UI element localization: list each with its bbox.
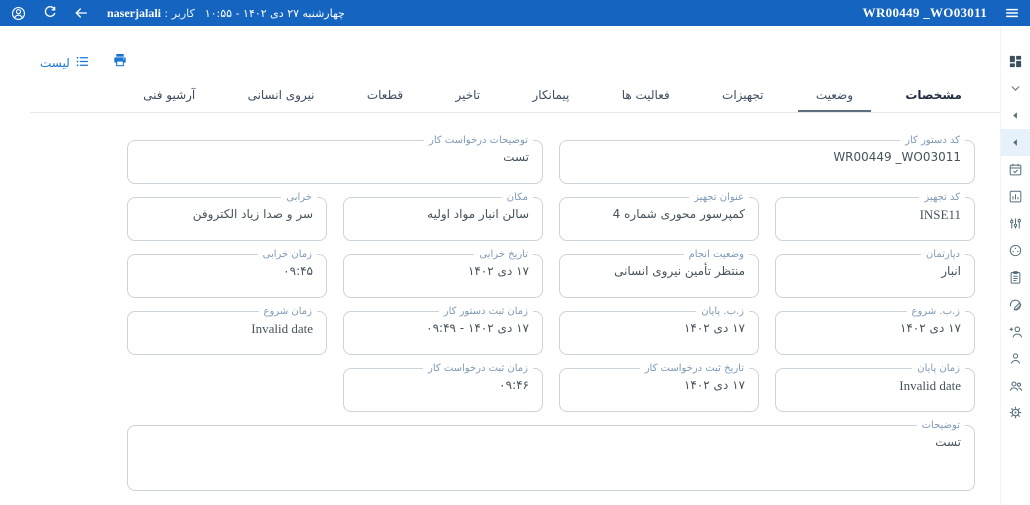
user-name: naserjalali (107, 5, 161, 20)
tab-manpower[interactable]: نیروی انسانی (230, 80, 333, 112)
tab-delay[interactable]: تاخیر (437, 80, 498, 112)
tab-technical-archive[interactable]: آرشیو فنی (125, 80, 213, 112)
dashboard-icon[interactable] (1001, 48, 1030, 75)
field-failure[interactable]: خرابی سر و صدا زیاد الکتروفن (127, 191, 327, 241)
chevron-down-icon[interactable] (1001, 75, 1030, 102)
list-label: لیست (40, 56, 70, 70)
bar-chart-icon[interactable] (1001, 183, 1030, 210)
field-label: کد دستور کار (900, 134, 965, 147)
printer-icon (112, 52, 128, 72)
field-end-time[interactable]: زمان پایان Invalid date (775, 362, 975, 412)
field-equipment-title[interactable]: عنوان تجهیز کمپرسور محوری شماره 4 (559, 191, 759, 241)
field-label: خرابی (281, 191, 317, 204)
gauge-icon[interactable] (1001, 237, 1030, 264)
calendar-check-icon[interactable] (1001, 156, 1030, 183)
field-label: تاریخ خرابی (474, 248, 533, 261)
field-department[interactable]: دپارتمان انبار (775, 248, 975, 298)
field-label: ز.ب. شروع (906, 305, 965, 318)
field-label: زمان ثبت دستور کار (438, 305, 533, 318)
field-notes[interactable]: توضیحات تست (127, 419, 975, 491)
work-order-code-title: WR00449 _WO03011 (862, 5, 987, 20)
field-equipment-code[interactable]: کد تجهیز INSE11 (775, 191, 975, 241)
field-request-register-date[interactable]: تاریخ ثبت درخواست کار ۱۷ دی ۱۴۰۲ (559, 362, 759, 412)
tab-activities[interactable]: فعالیت ها (604, 80, 688, 112)
collapse-left-icon[interactable] (1001, 102, 1030, 129)
field-label: وضعیت انجام (683, 248, 749, 261)
tab-specifications[interactable]: مشخصات (887, 80, 980, 112)
field-label: دپارتمان (920, 248, 965, 261)
toolbar: لیست (30, 26, 1030, 80)
field-request-register-time[interactable]: زمان ثبت درخواست کار ۰۹:۴۶ (343, 362, 543, 412)
refresh-icon[interactable] (41, 5, 58, 22)
person-add-icon[interactable] (1001, 318, 1030, 345)
field-label: زمان شروع (258, 305, 317, 318)
tab-contractor[interactable]: پیمانکار (514, 80, 587, 112)
content: لیست مشخصات وضعیت تجهیزات فعالیت ها پیما… (30, 26, 1030, 491)
people-icon[interactable] (1001, 372, 1030, 399)
topbar-datetime: چهارشنبه ۲۷ دی ۱۴۰۲ - ۱۰:۵۵ (204, 6, 345, 20)
field-work-order-code[interactable]: کد دستور کار WR00449 _WO03011 (559, 134, 975, 184)
field-value: تست (935, 435, 961, 449)
field-label: توضیحات (916, 419, 965, 432)
work-order-form: کد دستور کار WR00449 _WO03011 توضیحات در… (30, 113, 1030, 491)
field-request-description[interactable]: توضیحات درخواست کار تست (127, 134, 543, 184)
hamburger-menu-icon[interactable] (1003, 5, 1020, 22)
edit-icon[interactable] (1001, 291, 1030, 318)
right-icon-rail (1000, 26, 1030, 505)
tab-status[interactable]: وضعیت (797, 80, 872, 112)
field-label: زمان پایان (912, 362, 965, 375)
field-scheduled-start[interactable]: ز.ب. شروع ۱۷ دی ۱۴۰۲ (775, 305, 975, 355)
current-user: کاربر : naserjalali (107, 5, 195, 20)
account-icon[interactable] (10, 5, 27, 22)
field-label: زمان خرابی (257, 248, 317, 261)
field-start-time[interactable]: زمان شروع Invalid date (127, 305, 327, 355)
field-failure-time[interactable]: زمان خرابی ۰۹:۴۵ (127, 248, 327, 298)
person-icon[interactable] (1001, 345, 1030, 372)
tab-parts[interactable]: قطعات (349, 80, 421, 112)
print-button[interactable] (112, 52, 128, 72)
field-label: توضیحات درخواست کار (424, 134, 533, 147)
empty-grid-cell (127, 368, 327, 412)
field-scheduled-end[interactable]: ز.ب. پایان ۱۷ دی ۱۴۰۲ (559, 305, 759, 355)
list-button[interactable]: لیست (40, 54, 90, 72)
field-work-order-register-time[interactable]: زمان ثبت دستور کار ۱۷ دی ۱۴۰۲ - ۰۹:۴۹ (343, 305, 543, 355)
field-label: عنوان تجهیز (689, 191, 749, 204)
topbar: کاربر : naserjalali چهارشنبه ۲۷ دی ۱۴۰۲ … (0, 0, 1030, 26)
field-label: تاریخ ثبت درخواست کار (639, 362, 749, 375)
field-failure-date[interactable]: تاریخ خرابی ۱۷ دی ۱۴۰۲ (343, 248, 543, 298)
list-icon (75, 54, 90, 72)
field-progress-status[interactable]: وضعیت انجام منتظر تأمین نیروی انسانی (559, 248, 759, 298)
field-label: کد تجهیز (919, 191, 965, 204)
collapse-left-active-icon[interactable] (1000, 129, 1030, 156)
tab-equipment[interactable]: تجهیزات (704, 80, 782, 112)
field-label: ز.ب. پایان (696, 305, 749, 318)
field-location[interactable]: مکان سالن انبار مواد اولیه (343, 191, 543, 241)
field-label: مکان (501, 191, 533, 204)
tab-bar: مشخصات وضعیت تجهیزات فعالیت ها پیمانکار … (30, 80, 1030, 113)
back-arrow-icon[interactable] (72, 5, 89, 22)
clipboard-icon[interactable] (1001, 264, 1030, 291)
field-label: زمان ثبت درخواست کار (423, 362, 533, 375)
settings-gear-icon[interactable] (1001, 399, 1030, 426)
sliders-icon[interactable] (1001, 210, 1030, 237)
